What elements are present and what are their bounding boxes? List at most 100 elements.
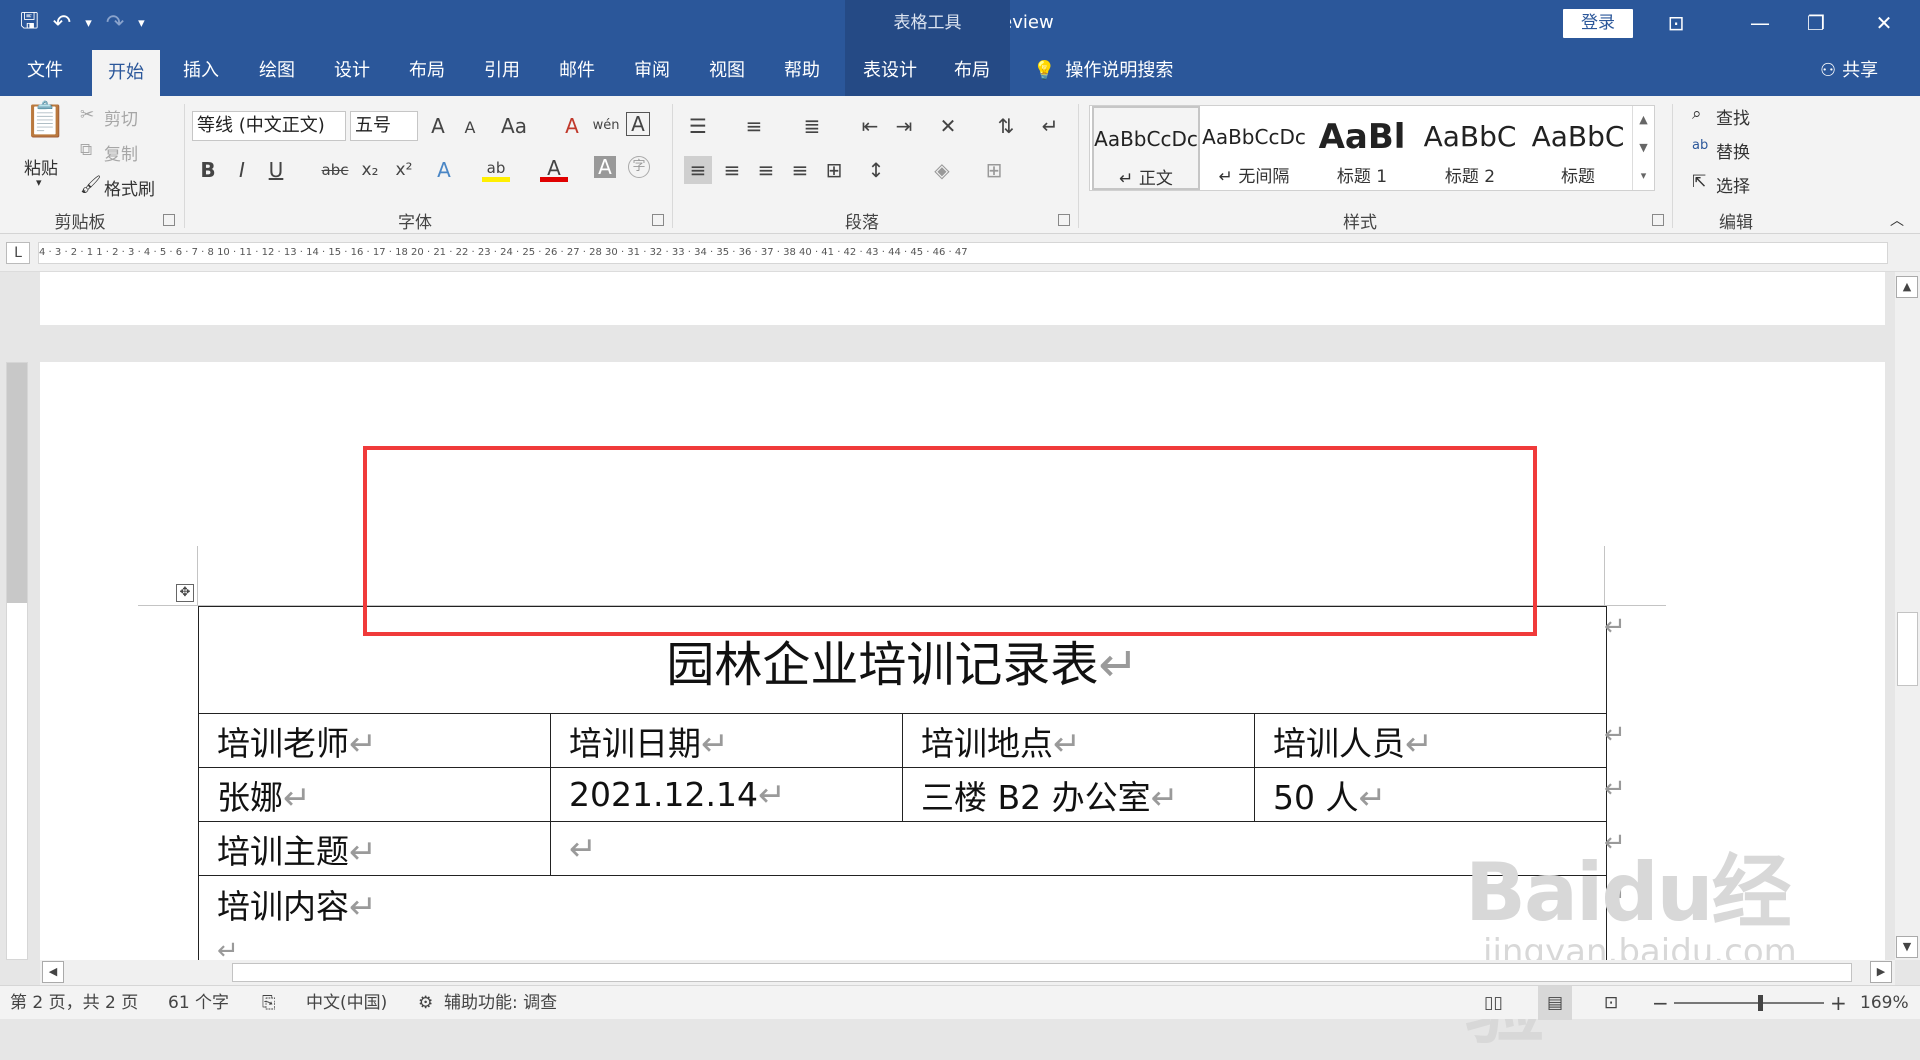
scroll-up-icon[interactable]: ▲ [1896, 276, 1918, 298]
style-title[interactable]: AaBbC 标题 [1524, 106, 1632, 190]
undo-dropdown-icon[interactable]: ▾ [85, 16, 92, 31]
zoom-out-button[interactable]: − [1652, 986, 1669, 1020]
scroll-right-icon[interactable]: ▶ [1870, 961, 1892, 983]
undo-icon[interactable]: ↶ [53, 11, 71, 36]
proofing-icon[interactable]: ⎘ [262, 986, 276, 1020]
format-painter-button[interactable]: 格式刷 [104, 175, 155, 200]
scroll-down-icon[interactable]: ▼ [1633, 134, 1654, 162]
numbering-icon[interactable]: ≡ [740, 112, 768, 140]
text-effects-icon[interactable]: A [430, 156, 458, 184]
highlight-icon[interactable]: ab [482, 154, 510, 182]
change-case-icon[interactable]: Aa [496, 112, 532, 140]
table-cell[interactable]: 50 人↵ [1254, 767, 1607, 822]
close-button[interactable]: ✕ [1856, 0, 1912, 46]
scrollbar-thumb[interactable] [1897, 612, 1918, 686]
superscript-icon[interactable]: x² [390, 156, 418, 184]
horizontal-scrollbar[interactable]: ◀ ▶ [40, 960, 1895, 985]
justify-icon[interactable]: ≡ [786, 156, 814, 184]
subscript-icon[interactable]: x₂ [356, 156, 384, 184]
tab-references[interactable]: 引用 [471, 46, 533, 96]
tab-mailings[interactable]: 邮件 [546, 46, 608, 96]
style-normal[interactable]: AaBbCcDc ↵ 正文 [1092, 106, 1200, 190]
accessibility-status[interactable]: 辅助功能: 调查 [444, 986, 557, 1020]
customize-qat-icon[interactable]: ▾ [138, 16, 145, 31]
font-name-select[interactable]: 等线 (中文正文) [192, 111, 346, 141]
tab-draw[interactable]: 绘图 [246, 46, 308, 96]
redo-icon[interactable]: ↷ [106, 11, 124, 36]
more-styles-icon[interactable]: ▾ [1633, 162, 1654, 190]
distributed-icon[interactable]: ⊞ [820, 156, 848, 184]
tab-table-design[interactable]: 表设计 [845, 46, 935, 96]
table-cell[interactable]: 张娜↵ [198, 767, 551, 822]
tab-table-layout[interactable]: 布局 [937, 46, 1007, 96]
tab-design[interactable]: 设计 [321, 46, 383, 96]
ribbon-display-options-icon[interactable]: ⊡ [1648, 0, 1704, 46]
print-layout-icon[interactable]: ▤ [1538, 986, 1572, 1020]
font-launcher-icon[interactable] [652, 214, 664, 226]
tab-insert[interactable]: 插入 [170, 46, 232, 96]
share-button[interactable]: ⚇ 共享 [1820, 46, 1878, 96]
sort-icon[interactable]: ⇅ [992, 112, 1020, 140]
zoom-slider-thumb[interactable] [1758, 995, 1763, 1011]
enclose-characters-icon[interactable]: 字 [628, 156, 650, 178]
clear-formatting-icon[interactable]: A [558, 112, 586, 140]
replace-button[interactable]: 替换 [1716, 138, 1750, 163]
find-button[interactable]: 查找 [1716, 104, 1750, 129]
language-indicator[interactable]: 中文(中国) [306, 986, 387, 1020]
style-no-spacing[interactable]: AaBbCcDc ↵ 无间隔 [1200, 106, 1308, 190]
page-count[interactable]: 第 2 页，共 2 页 [10, 986, 138, 1020]
phonetic-guide-icon[interactable]: wén [592, 112, 620, 140]
read-mode-icon[interactable]: ▯▯ [1484, 986, 1503, 1020]
save-icon[interactable]: 🖫 [20, 4, 39, 42]
tell-me-search[interactable]: 💡 操作说明搜索 [1033, 46, 1173, 96]
word-count[interactable]: 61 个字 [168, 986, 229, 1020]
tab-help[interactable]: 帮助 [771, 46, 833, 96]
increase-indent-icon[interactable]: ⇥ [890, 112, 918, 140]
strikethrough-icon[interactable]: abc [318, 156, 352, 184]
table-cell[interactable]: ↵ [550, 821, 1607, 876]
clipboard-icon[interactable]: 📋 [24, 103, 66, 146]
cut-button[interactable]: 剪切 [104, 105, 138, 130]
table-cell[interactable]: 培训人员↵ [1254, 713, 1607, 768]
web-layout-icon[interactable]: ⊡ [1604, 986, 1618, 1020]
login-button[interactable]: 登录 [1563, 9, 1633, 38]
table-cell[interactable]: 2021.12.14↵ [550, 767, 903, 822]
borders-icon[interactable]: ⊞ [980, 156, 1008, 184]
chinese-layout-icon[interactable]: ✕ [934, 112, 962, 140]
character-border-icon[interactable]: A [626, 112, 650, 136]
style-heading-1[interactable]: AaBl 标题 1 [1308, 106, 1416, 190]
tab-file[interactable]: 文件 [14, 46, 76, 96]
zoom-level[interactable]: 169% [1860, 986, 1909, 1020]
character-shading-icon[interactable]: A [594, 156, 616, 178]
table-cell[interactable]: 培训日期↵ [550, 713, 903, 768]
grow-font-icon[interactable]: A [424, 112, 452, 140]
table-move-handle-icon[interactable]: ✥ [176, 584, 194, 602]
zoom-in-button[interactable]: + [1830, 986, 1847, 1020]
tab-selector[interactable]: L [6, 242, 30, 264]
line-spacing-icon[interactable]: ↕ [862, 156, 890, 184]
table-cell[interactable]: 培训地点↵ [902, 713, 1255, 768]
font-size-select[interactable]: 五号 [350, 111, 418, 141]
copy-button[interactable]: 复制 [104, 140, 138, 165]
table-cell[interactable]: 培训内容↵ ↵ [198, 875, 1607, 968]
styles-launcher-icon[interactable] [1652, 214, 1664, 226]
paste-dropdown-icon[interactable]: ▾ [36, 176, 42, 189]
paragraph-launcher-icon[interactable] [1058, 214, 1070, 226]
tab-home[interactable]: 开始 [92, 50, 160, 96]
ruler-scale[interactable]: 4 · 3 · 2 · 1 1 · 2 · 3 · 4 · 5 · 6 · 7 … [38, 242, 1888, 264]
tab-review[interactable]: 审阅 [621, 46, 683, 96]
font-color-icon[interactable]: A [540, 154, 568, 182]
scroll-down-icon[interactable]: ▼ [1896, 936, 1918, 958]
italic-icon[interactable]: I [228, 156, 256, 184]
tab-view[interactable]: 视图 [696, 46, 758, 96]
decrease-indent-icon[interactable]: ⇤ [856, 112, 884, 140]
table-cell[interactable]: 培训主题↵ [198, 821, 551, 876]
underline-icon[interactable]: U [262, 156, 290, 184]
shrink-font-icon[interactable]: A [456, 114, 484, 142]
tab-layout[interactable]: 布局 [396, 46, 458, 96]
clipboard-launcher-icon[interactable] [163, 214, 175, 226]
align-center-icon[interactable]: ≡ [718, 156, 746, 184]
table-cell[interactable]: 培训老师↵ [198, 713, 551, 768]
scrollbar-thumb[interactable] [232, 963, 1852, 982]
zoom-slider[interactable] [1674, 995, 1824, 1011]
